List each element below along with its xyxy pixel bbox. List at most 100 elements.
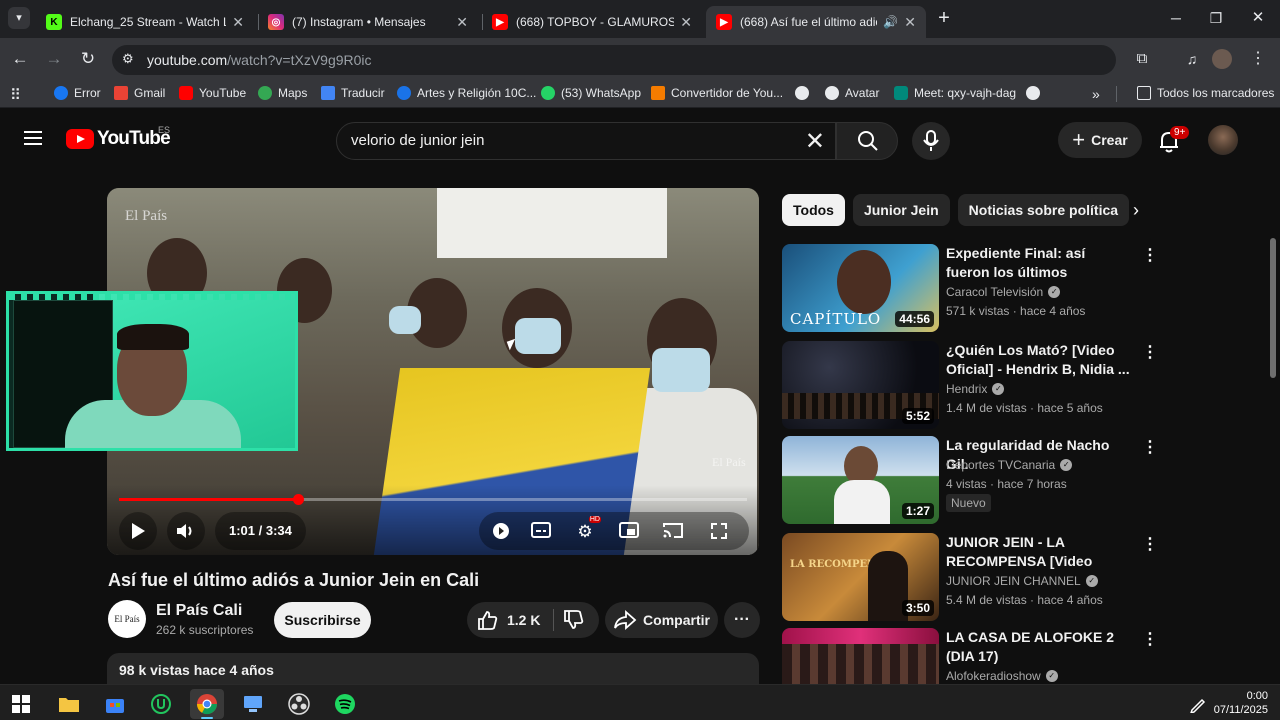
minimize-button[interactable]: ─ [1164, 6, 1188, 30]
recommended-video[interactable]: 1:27 La regularidad de Nacho Gil. Deport… [782, 436, 1158, 524]
bookmark-avatar[interactable]: Avatar [825, 86, 879, 100]
browser-menu-icon[interactable]: ⋮ [1246, 47, 1270, 71]
hamburger-menu-icon[interactable] [24, 131, 42, 145]
create-button[interactable]: + Crear [1058, 122, 1142, 158]
chip-junior-jein[interactable]: Junior Jein [852, 194, 950, 226]
monitor-app-icon [244, 696, 262, 712]
globe-icon [795, 86, 809, 100]
bookmark-maps[interactable]: Maps [258, 86, 307, 100]
pen-menu-icon[interactable] [1186, 689, 1210, 719]
start-button[interactable] [4, 689, 38, 719]
bookmark-whatsapp[interactable]: (53) WhatsApp [541, 86, 641, 100]
region-code: ES [158, 125, 171, 135]
search-input[interactable]: velorio de junior jein ✕ [336, 122, 836, 160]
all-bookmarks-folder[interactable]: Todos los marcadores [1137, 86, 1274, 100]
rec-menu-icon[interactable]: ⋮ [1142, 244, 1158, 268]
bookmark-error[interactable]: Error [54, 86, 101, 100]
progress-scrubber[interactable] [292, 494, 304, 505]
bookmark-traducir[interactable]: Traducir [321, 86, 385, 100]
app-monitor-button[interactable] [236, 689, 270, 719]
cast-icon[interactable] [663, 522, 683, 540]
more-bookmarks-icon[interactable]: » [1092, 86, 1100, 102]
fullscreen-icon[interactable] [709, 522, 729, 540]
media-control-icon[interactable]: ♫ [1180, 47, 1204, 71]
verified-check-icon: ✓ [1085, 575, 1098, 587]
chip-noticias-politica[interactable]: Noticias sobre política [957, 194, 1130, 226]
bookmark-youtube[interactable]: YouTube [179, 86, 246, 100]
subtitles-icon[interactable] [531, 522, 551, 540]
bookmark-gmail[interactable]: Gmail [114, 86, 165, 100]
tab-search-icon[interactable]: ▾ [8, 7, 30, 29]
video-watermark-2: El País [712, 455, 746, 469]
obs-button[interactable] [282, 689, 316, 719]
duration-badge: 5:52 [901, 408, 934, 424]
profile-avatar[interactable] [1212, 49, 1232, 69]
bookmark-globe[interactable] [795, 86, 815, 100]
clear-search-icon[interactable]: ✕ [805, 127, 825, 156]
share-button[interactable]: Compartir [605, 602, 718, 638]
close-tab-icon[interactable]: ✕ [680, 14, 692, 31]
bookmark-artes[interactable]: Artes y Religión 10C... [397, 86, 536, 100]
app-u-button[interactable] [144, 689, 178, 719]
miniplayer-icon[interactable] [619, 522, 639, 540]
meet-icon [894, 86, 908, 100]
reload-button[interactable]: ↻ [76, 47, 100, 71]
bookmark-convertidor[interactable]: Convertidor de You... [651, 86, 783, 100]
plus-icon: + [1072, 127, 1086, 152]
file-explorer-button[interactable] [52, 689, 86, 719]
browser-tab-instagram[interactable]: ◎ (7) Instagram • Mensajes ✕ [258, 6, 478, 38]
rec-menu-icon[interactable]: ⋮ [1142, 341, 1158, 365]
subscribe-button[interactable]: Suscribirse [274, 602, 371, 638]
rec-title: JUNIOR JEIN - LA RECOMPENSA [Video Ofici… [946, 534, 1093, 569]
rec-menu-icon[interactable]: ⋮ [1142, 533, 1158, 557]
autoplay-icon[interactable] [491, 522, 511, 540]
bookmark-meet[interactable]: Meet: qxy-vajh-dag [894, 86, 1016, 100]
audio-playing-icon[interactable]: 🔊 [883, 15, 898, 29]
address-bar[interactable]: ⚙ youtube.com/watch?v=tXzV9g9R0ic [112, 45, 1116, 75]
rec-menu-icon[interactable]: ⋮ [1142, 628, 1158, 652]
search-button[interactable] [836, 122, 898, 160]
site-info-icon[interactable]: ⚙ [122, 51, 134, 67]
dislike-button[interactable] [563, 610, 585, 635]
more-actions-icon[interactable]: ··· [724, 602, 760, 638]
bookmark-globe-2[interactable] [1026, 86, 1046, 100]
youtube-logo[interactable]: YouTube ES [66, 125, 171, 150]
chrome-button[interactable] [190, 689, 224, 719]
chevron-right-icon[interactable]: › [1122, 196, 1150, 224]
browser-tab-kick[interactable]: K Elchang_25 Stream - Watch Live ✕ [36, 6, 254, 38]
progress-bar[interactable] [119, 494, 747, 505]
channel-name[interactable]: El País Cali [156, 602, 242, 620]
volume-button[interactable] [167, 512, 205, 550]
page-scrollbar[interactable] [1270, 238, 1276, 378]
protest-sign [437, 188, 667, 258]
description-box[interactable]: 98 k vistas hace 4 años [107, 653, 759, 685]
voice-search-button[interactable] [912, 122, 950, 160]
chip-todos[interactable]: Todos [782, 194, 845, 226]
close-tab-icon[interactable]: ✕ [232, 14, 244, 31]
recommended-video[interactable]: LA RECOMPENSA 3:50 JUNIOR JEIN - LA RECO… [782, 533, 1158, 621]
spotify-button[interactable] [328, 689, 362, 719]
back-button[interactable]: ← [8, 47, 32, 71]
recommended-video[interactable]: LA CASA DE ALOFOKE 2 (DIA 17) Alofokerad… [782, 628, 1158, 685]
play-button[interactable] [119, 512, 157, 550]
maximize-button[interactable]: ❐ [1204, 6, 1228, 30]
channel-avatar[interactable]: El País [108, 600, 146, 638]
recommended-video[interactable]: 5:52 ¿Quién Los Mató? [Video Oficial] - … [782, 341, 1158, 429]
new-tab-button[interactable]: + [932, 6, 956, 30]
browser-tab-active[interactable]: ▶ (668) Así fue el último adiós 🔊 ✕ [706, 6, 926, 38]
account-avatar[interactable] [1208, 125, 1238, 155]
forward-button[interactable]: → [42, 47, 66, 71]
close-window-button[interactable]: ✕ [1246, 6, 1270, 30]
recommended-video[interactable]: CAPÍTULO 44:56 Expediente Final: así fue… [782, 244, 1158, 332]
close-tab-icon[interactable]: ✕ [904, 14, 916, 31]
browser-tab-topboy[interactable]: ▶ (668) TOPBOY - GLAMUROSO ( ✕ [482, 6, 702, 38]
rec-menu-icon[interactable]: ⋮ [1142, 436, 1158, 460]
settings-gear-icon[interactable]: ⚙ HD [575, 516, 601, 541]
close-tab-icon[interactable]: ✕ [456, 14, 468, 31]
apps-icon[interactable]: ⠿ [10, 86, 21, 104]
like-button[interactable]: 1.2 K [477, 610, 540, 630]
system-clock[interactable]: 0:00 07/11/2025 [1214, 689, 1268, 717]
extensions-icon[interactable]: ⧉ [1130, 47, 1154, 71]
store-button[interactable] [98, 689, 132, 719]
share-label: Compartir [643, 612, 710, 628]
